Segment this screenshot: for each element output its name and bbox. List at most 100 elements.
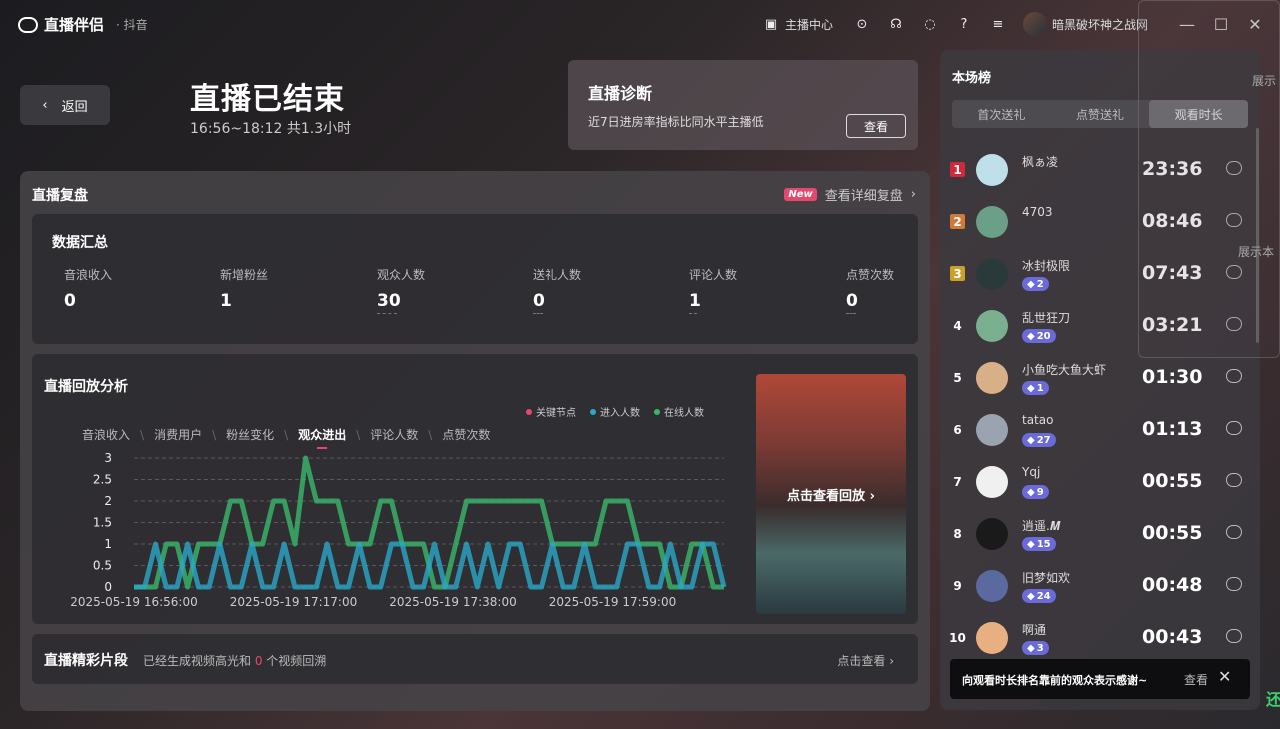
stat-viewers[interactable]: 观众人数 30 <box>377 266 497 314</box>
badge-level: 9 <box>1036 486 1044 498</box>
y-tick-label: 2 <box>104 494 112 508</box>
toast-view-button[interactable]: 查看 <box>1184 671 1208 688</box>
chat-bubble-icon[interactable] <box>1226 629 1242 643</box>
avatar[interactable] <box>976 154 1008 186</box>
message-icon[interactable]: ◌ <box>921 15 939 33</box>
diamond-icon: ◆ <box>1027 642 1035 654</box>
rank-number: 7 <box>953 474 962 489</box>
ranking-row[interactable]: 6 tatao ◆ 27 01:13 <box>940 404 1242 456</box>
rank-number: 4 <box>953 318 962 333</box>
stat-label: 音浪收入 <box>64 268 113 282</box>
clips-view-link[interactable]: 点击查看 › <box>837 652 894 669</box>
diamond-icon: ◆ <box>1027 382 1035 394</box>
ranking-row[interactable]: 10 啊通 ◆ 3 00:43 <box>940 612 1242 664</box>
chart-icon: ▣ <box>764 16 778 32</box>
stat-gifters[interactable]: 送礼人数 0 <box>533 266 653 314</box>
stat-label: 新增粉丝 <box>220 268 269 282</box>
stat-label: 送礼人数 <box>533 268 582 282</box>
highlight-clips-card: 直播精彩片段 已经生成视频高光和 0 个视频回溯 点击查看 › <box>32 634 918 684</box>
ranking-row[interactable]: 5 小鱼吃大鱼大虾 ◆ 1 01:30 <box>940 352 1242 404</box>
detailed-review-link[interactable]: New 查看详细复盘 › <box>784 185 916 204</box>
toast-text: 向观看时长排名靠前的观众表示感谢~ <box>962 674 1148 687</box>
diamond-icon: ◆ <box>1027 330 1035 342</box>
viewer-name: 4703 <box>1022 205 1053 219</box>
badge-level: 15 <box>1036 538 1051 550</box>
tab-first-gift[interactable]: 首次送礼 <box>952 100 1051 128</box>
close-icon[interactable]: ✕ <box>1218 667 1231 686</box>
upload-icon[interactable]: ⊙ <box>853 15 871 33</box>
stat-value: 1 <box>689 291 701 311</box>
chevron-right-icon: › <box>910 187 916 202</box>
y-tick-label: 1 <box>104 537 112 551</box>
avatar[interactable] <box>976 518 1008 550</box>
avatar[interactable] <box>976 258 1008 290</box>
fan-level-badge: ◆ 20 <box>1022 329 1056 343</box>
stat-value: 1 <box>220 291 232 311</box>
viewer-name: 冰封极限 <box>1022 259 1071 273</box>
fan-level-badge: ◆ 27 <box>1022 433 1056 447</box>
tab-like-gift[interactable]: 点赞送礼 <box>1051 100 1150 128</box>
chat-bubble-icon[interactable] <box>1226 473 1242 487</box>
y-tick-label: 1.5 <box>93 516 112 530</box>
avatar[interactable] <box>976 466 1008 498</box>
x-tick-label: 2025-05-19 17:59:00 <box>549 595 676 609</box>
back-button[interactable]: ‹ 返回 <box>20 85 110 125</box>
overlay-label: 还 <box>1266 690 1280 709</box>
ranking-row[interactable]: 7 Yqj ◆ 9 00:55 <box>940 456 1242 508</box>
logo-icon <box>18 16 38 33</box>
summary-title: 数据汇总 <box>52 235 108 251</box>
user-profile[interactable]: 暗黑破坏神之战网 <box>1022 12 1148 36</box>
stat-value: 0 <box>533 291 545 311</box>
ranking-row[interactable]: 8 逍遥.𝑴 ◆ 15 00:55 <box>940 508 1242 560</box>
watch-time: 01:30 <box>1142 366 1203 388</box>
replay-thumbnail[interactable]: 点击查看回放 › <box>756 374 906 614</box>
avatar[interactable] <box>976 206 1008 238</box>
watch-time: 01:13 <box>1142 418 1203 440</box>
diamond-icon: ◆ <box>1027 486 1035 498</box>
fan-level-badge: ◆ 1 <box>1022 381 1049 395</box>
watch-time: 00:55 <box>1142 522 1203 544</box>
badge-level: 24 <box>1036 590 1051 602</box>
chat-bubble-icon[interactable] <box>1226 577 1242 591</box>
headset-icon[interactable]: ☊ <box>887 15 905 33</box>
clips-desc: 已经生成视频高光和 0 个视频回溯 <box>143 652 326 669</box>
app-name: 直播伴侣 <box>44 16 105 34</box>
avatar[interactable] <box>976 414 1008 446</box>
chat-bubble-icon[interactable] <box>1226 525 1242 539</box>
rank-number: 1 <box>950 162 965 177</box>
back-label: 返回 <box>61 99 88 115</box>
y-tick-label: 3 <box>104 451 112 465</box>
avatar[interactable] <box>976 570 1008 602</box>
title-bar: 直播伴侣 · 抖音 ▣ 主播中心 ⊙ ☊ ◌ ? ≡ 暗黑破坏神之战网 — ☐ … <box>0 0 1280 48</box>
help-icon[interactable]: ? <box>955 15 973 33</box>
avatar[interactable] <box>976 362 1008 394</box>
floating-overlay-window <box>1138 0 1280 358</box>
rank-number: 10 <box>949 630 966 645</box>
clips-title: 直播精彩片段 <box>44 653 128 669</box>
avatar <box>1022 12 1047 36</box>
viewer-flow-chart[interactable]: 3 2.5 2 1.5 1 0.5 02025-05-19 16:56:00 2025-05-… <box>32 354 752 624</box>
watch-time: 00:55 <box>1142 470 1203 492</box>
y-tick-label: 0.5 <box>93 559 112 573</box>
fan-level-badge: ◆ 3 <box>1022 641 1049 655</box>
avatar[interactable] <box>976 310 1008 342</box>
viewer-name: 逍遥.𝑴 <box>1022 519 1061 533</box>
rank-number: 6 <box>953 422 962 437</box>
avatar[interactable] <box>976 622 1008 654</box>
chevron-left-icon: ‹ <box>42 97 48 113</box>
overlay-label: 展示 <box>1252 74 1277 88</box>
viewer-name: 啊通 <box>1022 623 1047 637</box>
chat-bubble-icon[interactable] <box>1226 369 1242 383</box>
creator-center-button[interactable]: ▣ 主播中心 <box>762 15 833 33</box>
stat-label: 评论人数 <box>689 268 738 282</box>
stat-commenters[interactable]: 评论人数 1 <box>689 266 809 314</box>
diagnosis-view-button[interactable]: 查看 <box>846 114 906 138</box>
diamond-icon: ◆ <box>1027 278 1035 290</box>
badge-level: 2 <box>1036 278 1044 290</box>
username: 暗黑破坏神之战网 <box>1051 17 1148 32</box>
chat-bubble-icon[interactable] <box>1226 421 1242 435</box>
menu-icon[interactable]: ≡ <box>989 15 1007 33</box>
stat-value: 30 <box>377 291 401 311</box>
ranking-row[interactable]: 9 旧梦如欢 ◆ 24 00:48 <box>940 560 1242 612</box>
dashed-underline <box>377 313 397 314</box>
